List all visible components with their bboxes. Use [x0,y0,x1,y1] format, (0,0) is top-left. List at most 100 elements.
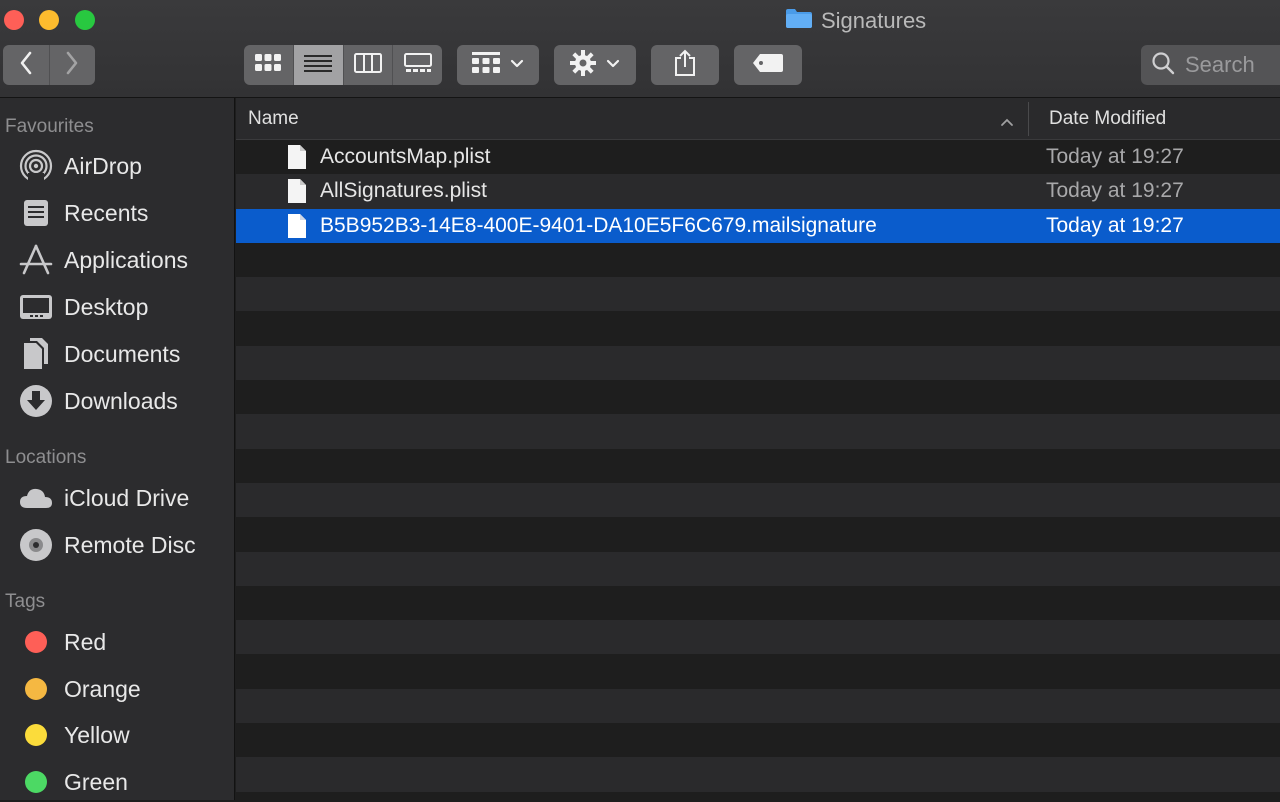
table-row[interactable]: AccountsMap.plist Today at 19:27 [236,140,1280,174]
sidebar-item-label: Green [64,768,128,795]
empty-row [236,380,1280,414]
view-mode-group [244,45,442,85]
sidebar-item-applications[interactable]: Applications [18,240,188,280]
empty-row [236,620,1280,655]
close-window-button[interactable] [4,10,24,30]
disc-icon [18,527,54,563]
chevron-left-icon [19,51,33,80]
sidebar-item-recents[interactable]: Recents [18,193,148,233]
sidebar-item-documents[interactable]: Documents [18,334,180,374]
tag-color-dot-icon [25,678,47,700]
column-view-button[interactable] [342,45,393,85]
empty-row [236,586,1280,620]
empty-row [236,345,1280,381]
empty-row [236,243,1280,277]
list-icon [304,54,333,77]
sidebar: Favourites AirDrop Recents Applications … [0,98,235,800]
gallery-icon [403,52,432,78]
file-date-modified: Today at 19:27 [1046,179,1184,203]
sidebar-item-label: Remote Disc [64,531,196,558]
gallery-view-button[interactable] [392,45,442,85]
window-title: Signatures [785,6,926,36]
column-divider[interactable] [1028,102,1029,136]
sidebar-item-label: Downloads [64,387,178,414]
sidebar-item-label: Orange [64,675,141,702]
file-name: AllSignatures.plist [320,179,487,203]
file-name: B5B952B3-14E8-400E-9401-DA10E5F6C679.mai… [320,213,877,237]
column-header-date-modified[interactable]: Date Modified [1049,108,1166,130]
file-rows: AccountsMap.plist Today at 19:27 AllSign… [236,140,1280,792]
empty-row [236,311,1280,345]
gear-icon [570,49,596,81]
sidebar-item-airdrop[interactable]: AirDrop [18,146,142,186]
forward-button[interactable] [48,45,96,85]
sidebar-item-label: Desktop [64,293,149,320]
file-name: AccountsMap.plist [320,145,491,168]
action-button[interactable] [554,45,636,85]
empty-row [236,688,1280,724]
table-row-selected[interactable]: B5B952B3-14E8-400E-9401-DA10E5F6C679.mai… [236,208,1280,243]
sidebar-item-tag-red[interactable]: Red [18,622,106,662]
sidebar-item-label: Recents [64,199,149,226]
search-field[interactable] [1141,45,1280,85]
sidebar-item-label: AirDrop [64,152,142,179]
empty-row [236,723,1280,757]
toolbar: Signatures [0,0,1280,98]
magnifier-icon [1151,51,1175,80]
sidebar-item-tag-green[interactable]: Green [18,762,128,802]
column-header: Name Date Modified [236,98,1280,140]
sidebar-item-label: Yellow [64,721,130,748]
empty-row [236,517,1280,551]
sidebar-item-tag-orange[interactable]: Orange [18,669,141,709]
share-icon [674,49,696,82]
share-button[interactable] [651,45,719,85]
tag-color-dot-icon [25,631,47,653]
document-icon [287,213,307,243]
sidebar-item-remote-disc[interactable]: Remote Disc [18,525,196,565]
tag-button[interactable] [734,45,802,85]
sort-ascending-icon [1000,111,1014,133]
airdrop-icon [18,148,54,184]
sidebar-item-label: Documents [64,340,181,367]
section-title-tags: Tags [5,591,46,612]
minimize-window-button[interactable] [39,10,59,30]
sidebar-item-tag-yellow[interactable]: Yellow [18,715,130,755]
window-title-text: Signatures [821,8,927,33]
file-date-modified: Today at 19:27 [1046,213,1184,237]
chevron-down-icon [606,56,620,74]
chevron-right-icon [65,51,79,80]
empty-row [236,277,1280,312]
sidebar-item-label: iCloud Drive [64,484,190,511]
recents-icon [18,195,54,231]
zoom-window-button[interactable] [75,10,95,30]
empty-row [236,654,1280,688]
table-row[interactable]: AllSignatures.plist Today at 19:27 [236,174,1280,209]
sidebar-item-downloads[interactable]: Downloads [18,381,178,421]
document-icon [287,179,307,208]
back-button[interactable] [3,45,49,85]
documents-icon [18,336,54,372]
group-by-button[interactable] [457,45,539,85]
sidebar-item-desktop[interactable]: Desktop [18,287,148,327]
empty-row [236,551,1280,586]
grid-icon [255,53,282,78]
sidebar-item-label: Applications [64,246,189,273]
sidebar-item-icloud-drive[interactable]: iCloud Drive [18,478,189,518]
downloads-icon [18,383,54,419]
section-title-favourites: Favourites [5,116,94,137]
empty-row [236,449,1280,483]
tag-color-dot-icon [25,724,47,746]
desktop-icon [18,289,54,325]
empty-row [236,757,1280,792]
tag-icon [752,53,784,78]
chevron-down-icon [510,56,524,74]
icon-view-button[interactable] [244,45,293,85]
list-view-button[interactable] [292,45,343,85]
section-title-locations: Locations [5,447,87,468]
file-list: Name Date Modified AccountsMap.plist Tod… [236,98,1280,800]
tag-color-dot-icon [25,771,47,793]
empty-row [236,482,1280,518]
column-header-name[interactable]: Name [248,108,299,130]
document-icon [287,145,307,174]
search-input[interactable] [1183,51,1280,79]
